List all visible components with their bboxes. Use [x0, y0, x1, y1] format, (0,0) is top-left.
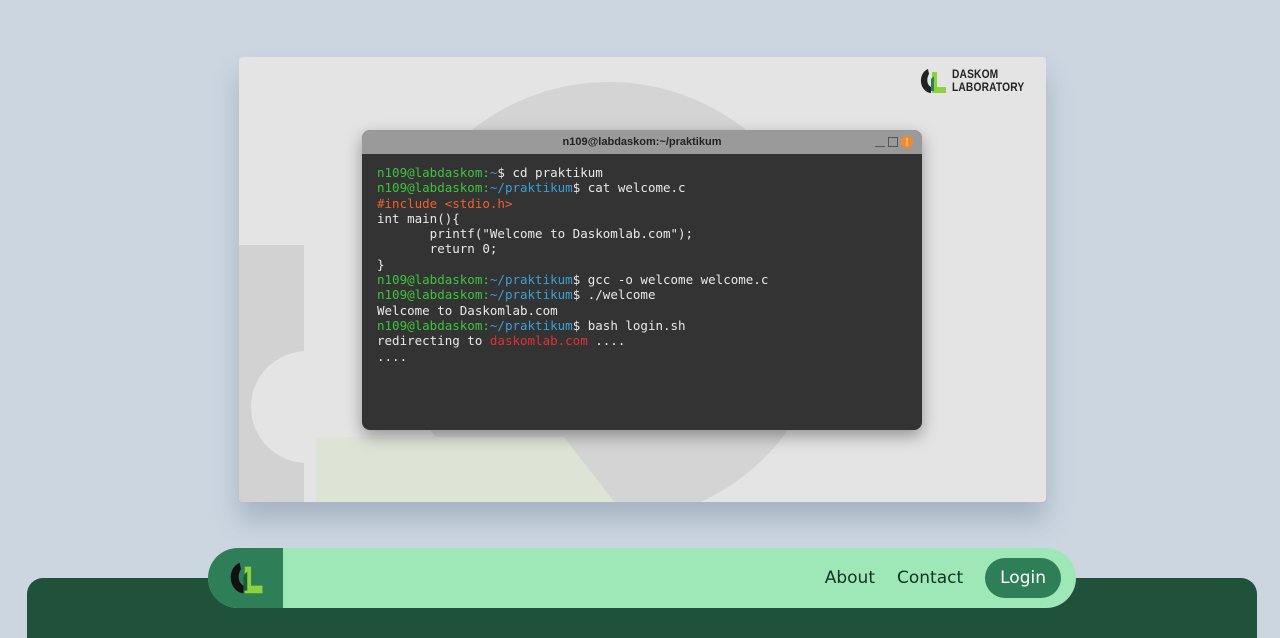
terminal-segment: int main(){ — [377, 210, 460, 226]
terminal-line: #include <stdio.h> — [377, 196, 907, 211]
nav-about-link[interactable]: About — [825, 568, 875, 588]
terminal-segment: return 0; — [377, 241, 498, 257]
terminal-line: n109@labdaskom:~$ cd praktikum — [377, 165, 907, 180]
terminal-line: n109@labdaskom:~/praktikum$ cat welcome.… — [377, 180, 907, 195]
terminal-segment: $ cat welcome.c — [572, 180, 686, 196]
maximize-icon[interactable] — [888, 137, 898, 147]
logo-line-2: LABORATORY — [951, 80, 1025, 94]
terminal-segment: ~/praktikum — [489, 272, 573, 288]
terminal-segment: printf("Welcome to Daskomlab.com"); — [377, 226, 694, 242]
terminal-segment: $ ./welcome — [572, 287, 656, 303]
terminal-segment: redirecting to — [377, 333, 490, 349]
close-icon[interactable] — [901, 136, 913, 148]
navbar: About Contact Login — [208, 548, 1076, 608]
terminal-segment: n109@labdaskom: — [377, 317, 490, 333]
login-button[interactable]: Login — [985, 558, 1061, 598]
terminal-line: return 0; — [377, 241, 907, 256]
terminal-line: n109@labdaskom:~/praktikum$ bash login.s… — [377, 318, 907, 333]
terminal-line: Welcome to Daskomlab.com — [377, 303, 907, 318]
terminal-title: n109@labdaskom:~/praktikum — [562, 136, 722, 148]
terminal-segment: n109@labdaskom: — [377, 180, 490, 196]
terminal-line: } — [377, 257, 907, 272]
terminal-segment: ~/praktikum — [489, 180, 573, 196]
terminal-line: redirecting to daskomlab.com .... — [377, 333, 907, 348]
nav-contact-link[interactable]: Contact — [897, 568, 963, 588]
terminal-segment: } — [377, 256, 385, 272]
terminal-segment: n109@labdaskom: — [377, 272, 490, 288]
nav-logo-icon — [230, 562, 262, 594]
terminal-line: int main(){ — [377, 211, 907, 226]
terminal-segment: ~/praktikum — [489, 317, 573, 333]
terminal-segment: $ cd praktikum — [497, 165, 603, 180]
terminal-segment: .... — [377, 348, 408, 364]
minimize-icon[interactable] — [875, 138, 885, 147]
terminal-segment: n109@labdaskom: — [377, 287, 490, 303]
terminal-line: n109@labdaskom:~/praktikum$ gcc -o welco… — [377, 272, 907, 287]
window-controls — [875, 136, 913, 148]
terminal-output: n109@labdaskom:~$ cd praktikum n109@labda… — [362, 154, 922, 375]
terminal-line: n109@labdaskom:~/praktikum$ ./welcome — [377, 287, 907, 302]
terminal-segment: $ gcc -o welcome welcome.c — [572, 272, 769, 288]
terminal-titlebar[interactable]: n109@labdaskom:~/praktikum — [362, 130, 922, 154]
nav-logo[interactable] — [208, 548, 283, 608]
daskom-logo-icon — [920, 69, 946, 93]
terminal-line: .... — [377, 349, 907, 364]
nav-links: About Contact Login — [825, 558, 1076, 598]
terminal-window: n109@labdaskom:~/praktikum n109@labdasko… — [362, 130, 922, 430]
terminal-segment: .... — [587, 333, 626, 349]
terminal-segment: $ bash login.sh — [572, 317, 686, 333]
terminal-segment: n109@labdaskom: — [377, 165, 490, 180]
daskom-logo[interactable]: DASKOM LABORATORY — [918, 67, 1037, 95]
daskom-logo-text: DASKOM LABORATORY — [952, 68, 1024, 94]
terminal-segment: ~/praktikum — [489, 287, 573, 303]
terminal-line: printf("Welcome to Daskomlab.com"); — [377, 226, 907, 241]
terminal-segment: daskomlab.com — [489, 333, 588, 349]
decor-cut — [536, 57, 696, 82]
terminal-segment: #include <stdio.h> — [377, 195, 513, 211]
hero-card: DASKOM LABORATORY n109@labdaskom:~/prakt… — [239, 57, 1046, 502]
terminal-segment: Welcome to Daskomlab.com — [377, 302, 558, 318]
